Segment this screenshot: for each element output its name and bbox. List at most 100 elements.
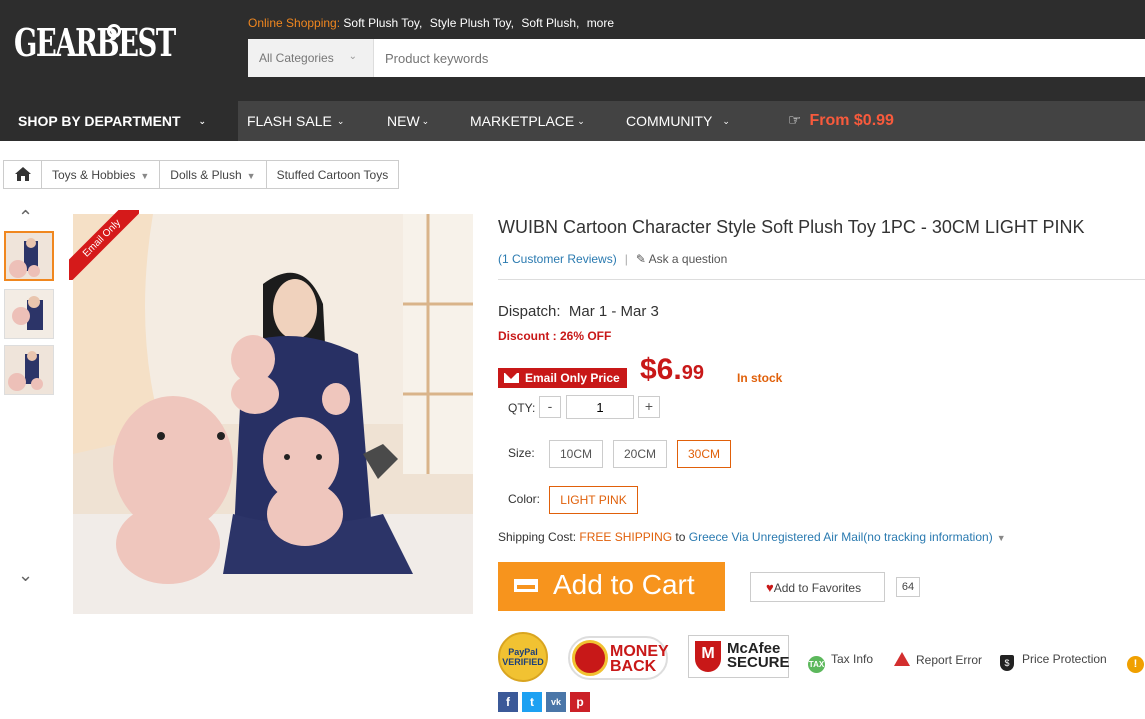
department-label: SHOP BY DEPARTMENT xyxy=(18,113,181,129)
seal-icon xyxy=(572,640,608,676)
promo-from-link[interactable]: ☞ From $0.99 xyxy=(788,111,894,130)
qty-increase-button[interactable]: + xyxy=(638,396,660,418)
add-to-cart-button[interactable]: Add to Cart xyxy=(498,562,725,611)
breadcrumb-label: Dolls & Plush xyxy=(170,168,242,182)
caret-down-icon: ▼ xyxy=(246,171,256,181)
size-option-20cm[interactable]: 20CM xyxy=(613,440,667,468)
money-back-badge: MONEY BACK xyxy=(568,636,668,680)
favorites-count: 64 xyxy=(896,577,920,597)
shop-by-department-menu[interactable]: SHOP BY DEPARTMENT ⌄ xyxy=(0,101,238,141)
chevron-down-icon: ⌄ xyxy=(722,116,730,126)
shipping-destination-select[interactable]: Greece Via Unregistered Air Mail(no trac… xyxy=(689,530,993,544)
paypal-verified-badge: PayPal VERIFIED xyxy=(498,632,548,682)
warning-icon xyxy=(894,652,910,666)
keyword-link[interactable]: Soft Plush Toy, xyxy=(343,16,422,30)
dispatch-label: Dispatch: xyxy=(498,303,561,320)
price-main: $6. xyxy=(640,353,682,386)
size-option-10cm[interactable]: 10CM xyxy=(549,440,603,468)
mcafee-label: McAfee SECURE xyxy=(727,640,790,672)
pencil-icon: ✎ xyxy=(635,252,646,266)
gallery-down-arrow[interactable]: ⌄ xyxy=(18,565,33,586)
shield-dollar-icon: $ xyxy=(1000,655,1014,671)
shipping-cost: Shipping Cost: FREE SHIPPING to Greece V… xyxy=(498,530,1006,544)
qty-decrease-button[interactable]: - xyxy=(539,396,561,418)
gallery-thumbnail[interactable] xyxy=(4,231,54,281)
gallery-thumbnail[interactable] xyxy=(4,289,54,339)
shipping-to: to xyxy=(675,530,686,544)
chevron-down-icon: ⌄ xyxy=(336,116,345,126)
breadcrumb-item-current[interactable]: Stuffed Cartoon Toys xyxy=(265,160,400,189)
chevron-down-icon: ⌄ xyxy=(577,116,585,126)
online-shopping-keywords: Online Shopping: Soft Plush Toy, Style P… xyxy=(248,16,618,30)
customer-reviews-link[interactable]: (1 Customer Reviews) xyxy=(498,252,617,266)
add-to-cart-label: Add to Cart xyxy=(553,569,695,600)
ribbon-label: Email Only xyxy=(69,210,139,280)
ask-question-link[interactable]: ✎ Ask a question xyxy=(636,252,727,266)
site-logo[interactable]: GEARBEST xyxy=(14,20,176,65)
size-option-30cm[interactable]: 30CM xyxy=(677,440,731,468)
review-row: (1 Customer Reviews) | ✎ Ask a question xyxy=(498,252,727,266)
nav-community[interactable]: COMMUNITY ⌄ xyxy=(626,113,730,129)
caret-down-icon: ▼ xyxy=(140,171,150,181)
info-icon: ! xyxy=(1127,656,1144,673)
breadcrumb-label: Stuffed Cartoon Toys xyxy=(276,168,389,182)
logo-gear-icon xyxy=(107,24,121,38)
breadcrumb-item[interactable]: Toys & Hobbies ▼ xyxy=(41,160,160,189)
nav-label: MARKETPLACE xyxy=(470,113,575,129)
promo-text: From $0.99 xyxy=(809,112,894,129)
chevron-down-icon: ⌄ xyxy=(198,116,207,126)
price-cents: 99 xyxy=(681,362,704,384)
add-to-favorites-button[interactable]: ♥Add to Favorites xyxy=(750,572,885,602)
pinterest-share-icon[interactable]: p xyxy=(570,692,590,712)
qty-input[interactable] xyxy=(566,395,634,419)
site-header: GEARBEST Online Shopping: Soft Plush Toy… xyxy=(0,0,1145,101)
product-price: $6.99 xyxy=(640,353,704,387)
nav-flash-sale[interactable]: FLASH SALE ⌄ xyxy=(247,113,344,129)
thumbnail-image xyxy=(6,233,52,279)
keyword-link[interactable]: Style Plush Toy, xyxy=(430,16,514,30)
twitter-share-icon[interactable]: t xyxy=(522,692,542,712)
nav-new[interactable]: NEW ⌄ xyxy=(387,113,429,129)
vk-share-icon[interactable]: vk xyxy=(546,692,566,712)
main-nav: SHOP BY DEPARTMENT ⌄ FLASH SALE ⌄ NEW ⌄ MA… xyxy=(0,101,1145,141)
online-shopping-label: Online Shopping: xyxy=(248,16,341,30)
breadcrumb-item[interactable]: Dolls & Plush ▼ xyxy=(159,160,266,189)
mcafee-shield-icon: M xyxy=(695,641,721,672)
breadcrumb-home[interactable] xyxy=(3,160,41,189)
report-error-label: Report Error xyxy=(916,653,983,667)
nav-label: NEW xyxy=(387,113,420,129)
cart-icon xyxy=(514,579,538,592)
nav-marketplace[interactable]: MARKETPLACE ⌄ xyxy=(470,113,585,129)
gallery-up-arrow[interactable]: ⌃ xyxy=(18,207,33,228)
report-error-link[interactable]: Report Error xyxy=(894,652,982,667)
search-input[interactable] xyxy=(385,39,1085,77)
gallery-thumbnail[interactable] xyxy=(4,345,54,395)
price-protection-label: Price Protection xyxy=(1022,652,1107,666)
qty-label: QTY: xyxy=(508,401,536,415)
tax-info-label: Tax Info xyxy=(831,652,874,666)
heart-icon: ♥ xyxy=(766,580,774,595)
free-shipping: FREE SHIPPING xyxy=(579,530,673,544)
caret-down-icon[interactable]: ▼ xyxy=(997,533,1006,543)
envelope-icon xyxy=(504,373,519,383)
breadcrumb-label: Toys & Hobbies xyxy=(52,168,136,182)
ask-question-label: Ask a question xyxy=(648,252,728,266)
category-select[interactable]: All Categories ⌄ xyxy=(248,39,374,77)
category-select-value: All Categories xyxy=(259,51,334,65)
search-bar: All Categories ⌄ xyxy=(248,39,1145,77)
divider xyxy=(498,279,1145,280)
tax-info-link[interactable]: TAX Tax Info xyxy=(808,652,873,673)
thumbs-up-icon: ☞ xyxy=(788,112,802,129)
more-keywords-link[interactable]: more xyxy=(587,16,614,30)
info-icon-button[interactable]: ! xyxy=(1127,652,1145,673)
nav-label: FLASH SALE xyxy=(247,113,332,129)
facebook-share-icon[interactable]: f xyxy=(498,692,518,712)
color-option-light-pink[interactable]: LIGHT PINK xyxy=(549,486,638,514)
keyword-link[interactable]: Soft Plush, xyxy=(521,16,579,30)
divider: | xyxy=(624,252,628,266)
thumbnail-image xyxy=(5,346,53,394)
price-protection-link[interactable]: $ Price Protection xyxy=(1000,652,1107,671)
product-title: WUIBN Cartoon Character Style Soft Plush… xyxy=(498,217,1085,237)
email-only-price-badge: Email Only Price xyxy=(498,368,627,388)
discount-label: Discount : 26% OFF xyxy=(498,329,612,343)
